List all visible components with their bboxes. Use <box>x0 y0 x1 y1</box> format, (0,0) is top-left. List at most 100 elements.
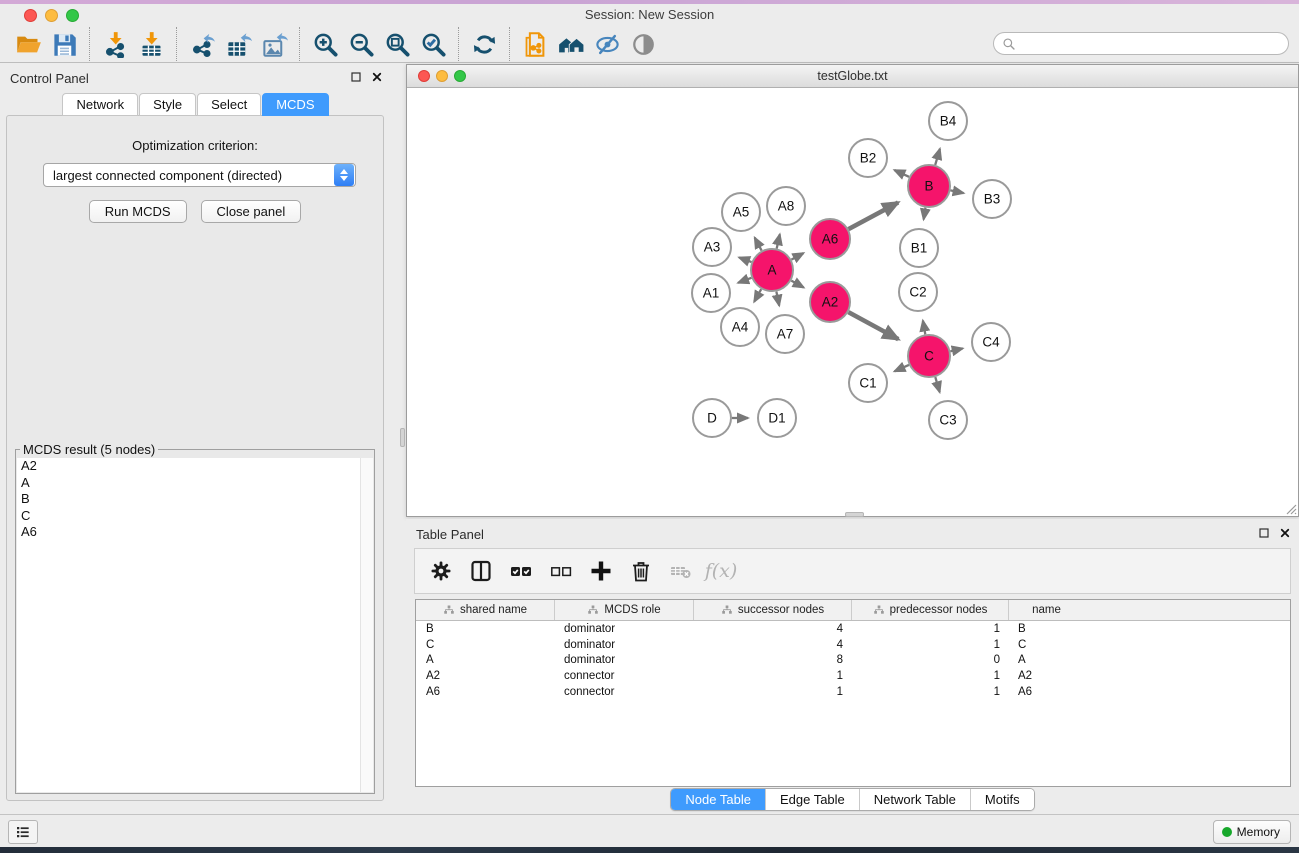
memory-button[interactable]: Memory <box>1213 820 1291 844</box>
table-row[interactable]: A2connector11A2 <box>416 668 1290 684</box>
tab-style[interactable]: Style <box>139 93 196 116</box>
mcds-result-item[interactable]: A <box>17 475 373 492</box>
graph-node-C3[interactable]: C3 <box>929 401 967 439</box>
graph-node-C4[interactable]: C4 <box>972 323 1010 361</box>
graph-edge-A6-B[interactable] <box>849 203 899 230</box>
scrollbar-track[interactable] <box>360 458 373 792</box>
select-all-button[interactable] <box>505 555 537 587</box>
export-network-button[interactable] <box>184 28 220 60</box>
gear-button[interactable] <box>425 555 457 587</box>
refresh-button[interactable] <box>466 28 502 60</box>
close-panel-icon[interactable] <box>1279 527 1291 539</box>
home-button[interactable] <box>553 28 589 60</box>
mcds-result-item[interactable]: B <box>17 491 373 508</box>
graph-edge-A-A4[interactable] <box>754 289 761 302</box>
graph-node-C1[interactable]: C1 <box>849 364 887 402</box>
resize-grip-icon[interactable] <box>1283 501 1297 515</box>
tab-network-table[interactable]: Network Table <box>859 789 970 810</box>
graph-edge-B-B2[interactable] <box>894 170 909 177</box>
horizontal-splitter-handle[interactable] <box>845 512 864 517</box>
tab-mcds[interactable]: MCDS <box>262 93 328 116</box>
network-document-button[interactable] <box>517 28 553 60</box>
close-panel-button[interactable]: Close panel <box>201 200 302 223</box>
graph-node-A4[interactable]: A4 <box>721 308 759 346</box>
columns-button[interactable] <box>465 555 497 587</box>
graph-node-B4[interactable]: B4 <box>929 102 967 140</box>
zoom-selected-button[interactable] <box>415 28 451 60</box>
graph-edge-A-A3[interactable] <box>739 257 751 262</box>
graph-node-A7[interactable]: A7 <box>766 315 804 353</box>
criterion-select[interactable]: largest connected component (directed) <box>43 163 356 187</box>
graph-node-A6[interactable]: A6 <box>810 219 850 259</box>
tab-edge-table[interactable]: Edge Table <box>765 789 859 810</box>
export-table-button[interactable] <box>220 28 256 60</box>
table-row[interactable]: Bdominator41B <box>416 621 1290 637</box>
zoom-out-button[interactable] <box>343 28 379 60</box>
column-header-MCDS-role[interactable]: MCDS role <box>554 600 693 620</box>
column-header-shared-name[interactable]: shared name <box>416 600 554 620</box>
network-window-titlebar[interactable]: testGlobe.txt <box>407 65 1298 88</box>
table-row[interactable]: Cdominator41C <box>416 637 1290 653</box>
open-folder-button[interactable] <box>10 28 46 60</box>
graph-node-A1[interactable]: A1 <box>692 274 730 312</box>
column-header-predecessor-nodes[interactable]: predecessor nodes <box>851 600 1008 620</box>
mcds-result-list[interactable]: A2ABCA6 <box>17 458 373 792</box>
tab-node-table[interactable]: Node Table <box>671 789 765 810</box>
graph-node-A5[interactable]: A5 <box>722 193 760 231</box>
graph-node-A3[interactable]: A3 <box>693 228 731 266</box>
graph-node-C2[interactable]: C2 <box>899 273 937 311</box>
graph-edge-C-C2[interactable] <box>923 321 925 335</box>
zoom-in-button[interactable] <box>307 28 343 60</box>
mcds-result-item[interactable]: A2 <box>17 458 373 475</box>
zoom-fit-button[interactable] <box>379 28 415 60</box>
graph-node-B3[interactable]: B3 <box>973 180 1011 218</box>
table-row[interactable]: A6connector11A6 <box>416 684 1290 700</box>
graph-edge-B-B1[interactable] <box>924 208 926 220</box>
graph-edge-C-C3[interactable] <box>935 377 939 392</box>
table-row[interactable]: Adominator80A <box>416 653 1290 669</box>
graph-node-B[interactable]: B <box>908 165 950 207</box>
graph-node-C[interactable]: C <box>908 335 950 377</box>
eye-slash-button[interactable] <box>589 28 625 60</box>
vertical-splitter-handle[interactable] <box>400 428 405 447</box>
graph-edge-C-C4[interactable] <box>951 348 963 351</box>
run-mcds-button[interactable]: Run MCDS <box>89 200 187 223</box>
tab-select[interactable]: Select <box>197 93 261 116</box>
add-button[interactable] <box>585 555 617 587</box>
float-panel-icon[interactable] <box>350 71 362 83</box>
export-image-button[interactable] <box>256 28 292 60</box>
graph-edge-A-A1[interactable] <box>738 278 751 283</box>
deselect-all-button[interactable] <box>545 555 577 587</box>
import-network-button[interactable] <box>97 28 133 60</box>
trash-button[interactable] <box>625 555 657 587</box>
graph-node-B2[interactable]: B2 <box>849 139 887 177</box>
graph-node-A8[interactable]: A8 <box>767 187 805 225</box>
search-input[interactable] <box>1021 35 1288 53</box>
network-canvas[interactable]: B4 B2 B B3 A5 A8 A6 A3 B1 A A1 C2 A2 <box>407 88 1298 516</box>
tab-network[interactable]: Network <box>62 93 138 116</box>
eye-button[interactable] <box>625 28 661 60</box>
graph-edge-A-A6[interactable] <box>791 253 803 260</box>
graph-node-B1[interactable]: B1 <box>900 229 938 267</box>
graph-edge-A2-C[interactable] <box>848 312 898 339</box>
tab-motifs[interactable]: Motifs <box>970 789 1034 810</box>
graph-edge-B-B3[interactable] <box>951 190 964 193</box>
graph-node-D[interactable]: D <box>693 399 731 437</box>
column-header-successor-nodes[interactable]: successor nodes <box>693 600 851 620</box>
graph-edge-A-A7[interactable] <box>776 292 779 306</box>
column-header-name[interactable]: name <box>1008 600 1084 620</box>
graph-node-A[interactable]: A <box>751 249 793 291</box>
graph-edge-C-C1[interactable] <box>895 365 909 371</box>
graph-edge-A-A8[interactable] <box>777 234 780 248</box>
graph-node-A2[interactable]: A2 <box>810 282 850 322</box>
mcds-result-item[interactable]: C <box>17 508 373 525</box>
import-table-button[interactable] <box>133 28 169 60</box>
graph-edge-A-A2[interactable] <box>791 281 803 288</box>
search-box[interactable] <box>993 32 1289 55</box>
graph-edge-A-A5[interactable] <box>755 238 762 251</box>
save-button[interactable] <box>46 28 82 60</box>
graph-edge-B-B4[interactable] <box>935 149 940 165</box>
graph-node-D1[interactable]: D1 <box>758 399 796 437</box>
mcds-result-item[interactable]: A6 <box>17 524 373 541</box>
float-panel-icon[interactable] <box>1258 527 1270 539</box>
